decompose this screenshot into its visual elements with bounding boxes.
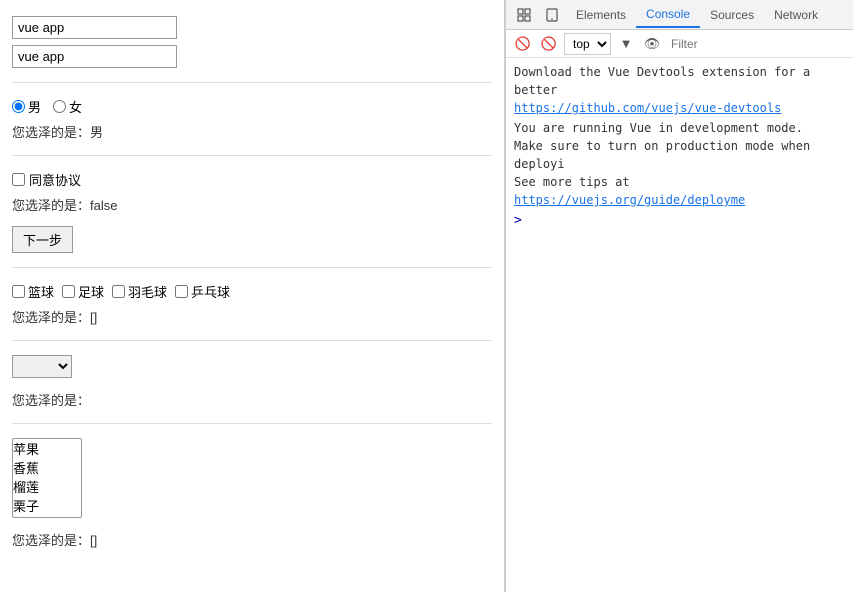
fruit-list[interactable]: 苹果 香蕉 榴莲 栗子 <box>12 438 82 518</box>
agreement-checkbox[interactable] <box>12 173 25 186</box>
console-msg2-line2: Make sure to turn on production mode whe… <box>514 139 810 171</box>
badminton-label: 羽毛球 <box>128 282 167 301</box>
fruit-dropdown[interactable]: 苹果 香蕉 榴莲 栗子 <box>12 355 72 378</box>
radio-group: 男 女 <box>12 97 492 116</box>
pingpong-label: 乒乓球 <box>191 282 230 301</box>
radio-section: 男 女 您选泽的是：男 <box>12 83 492 156</box>
sports-selected-label: 您选泽的是：[] <box>12 307 492 326</box>
list-option-chestnut: 栗子 <box>13 496 81 515</box>
list-section: 苹果 香蕉 榴莲 栗子 您选泽的是：[] <box>12 424 492 563</box>
console-msg2-line1: You are running Vue in development mode. <box>514 121 803 135</box>
next-button[interactable]: 下一步 <box>12 226 73 253</box>
dropdown-arrow[interactable]: ▼ <box>615 33 637 55</box>
list-option-durian: 榴莲 <box>13 477 81 496</box>
console-output: Download the Vue Devtools extension for … <box>506 58 853 592</box>
filter-input[interactable] <box>667 37 847 51</box>
console-message-1-text: Download the Vue Devtools extension for … <box>514 65 810 97</box>
checkbox-soccer[interactable] <box>62 285 75 298</box>
left-panel: 男 女 您选泽的是：男 同意协议 您选泽的是：false 下一步 篮球 足球 <box>0 0 505 592</box>
checkbox-section: 同意协议 您选泽的是：false 下一步 <box>12 156 492 268</box>
radio-label-male[interactable]: 男 <box>12 97 41 116</box>
agreement-label-text: 同意协议 <box>29 170 81 189</box>
devtools-tabs-bar: Elements Console Sources Network <box>506 0 853 30</box>
radio-female[interactable] <box>53 100 66 113</box>
sports-checkbox-pingpong[interactable]: 乒乓球 <box>175 282 230 301</box>
eye-icon[interactable]: 👁 <box>641 33 663 55</box>
tab-console[interactable]: Console <box>636 2 700 28</box>
checkbox-pingpong[interactable] <box>175 285 188 298</box>
text-input-2[interactable] <box>12 45 177 68</box>
console-toolbar: 🚫 🚫 top ▼ 👁 <box>506 30 853 58</box>
console-prompt-line: > <box>514 210 845 232</box>
checkbox-basketball[interactable] <box>12 285 25 298</box>
sports-checkbox-soccer[interactable]: 足球 <box>62 282 104 301</box>
dropdown-section: 苹果 香蕉 榴莲 栗子 您选泽的是： <box>12 341 492 424</box>
basketball-label: 篮球 <box>28 282 54 301</box>
list-option-apple: 苹果 <box>13 439 81 458</box>
device-icon[interactable] <box>538 1 566 29</box>
tab-elements[interactable]: Elements <box>566 3 636 27</box>
devtools-panel: Elements Console Sources Network 🚫 🚫 top… <box>505 0 853 592</box>
radio-male[interactable] <box>12 100 25 113</box>
soccer-label: 足球 <box>78 282 104 301</box>
console-link-deploy[interactable]: https://vuejs.org/guide/deployme <box>514 193 745 207</box>
tab-sources[interactable]: Sources <box>700 3 764 27</box>
text-input-1[interactable] <box>12 16 177 39</box>
radio-male-label: 男 <box>28 97 41 116</box>
console-msg2-line3: See more tips at <box>514 175 630 189</box>
list-selected-label: 您选泽的是：[] <box>12 530 492 549</box>
tab-network[interactable]: Network <box>764 3 828 27</box>
dropdown-selected-label: 您选泽的是： <box>12 390 492 409</box>
checkbox-badminton[interactable] <box>112 285 125 298</box>
sports-checkbox-group: 篮球 足球 羽毛球 乒乓球 <box>12 282 492 301</box>
clear-console-btn[interactable]: 🚫 <box>538 33 560 55</box>
checkbox-selected-label: 您选泽的是：false <box>12 195 492 214</box>
context-select[interactable]: top <box>564 33 611 55</box>
radio-label-female[interactable]: 女 <box>53 97 82 116</box>
sports-checkbox-badminton[interactable]: 羽毛球 <box>112 282 167 301</box>
sports-checkbox-basketball[interactable]: 篮球 <box>12 282 54 301</box>
sports-section: 篮球 足球 羽毛球 乒乓球 您选泽的是：[] <box>12 268 492 341</box>
console-message-2: You are running Vue in development mode.… <box>514 118 845 210</box>
list-option-banana: 香蕉 <box>13 458 81 477</box>
console-prompt-symbol: > <box>514 213 522 228</box>
input-section <box>12 8 492 83</box>
console-message-1: Download the Vue Devtools extension for … <box>514 62 845 118</box>
inspect-icon[interactable] <box>510 1 538 29</box>
radio-female-label: 女 <box>69 97 82 116</box>
agreement-checkbox-label[interactable]: 同意协议 <box>12 170 492 189</box>
stop-recording-btn[interactable]: 🚫 <box>512 33 534 55</box>
console-link-devtools[interactable]: https://github.com/vuejs/vue-devtools <box>514 101 781 115</box>
radio-selected-label: 您选泽的是：男 <box>12 122 492 141</box>
